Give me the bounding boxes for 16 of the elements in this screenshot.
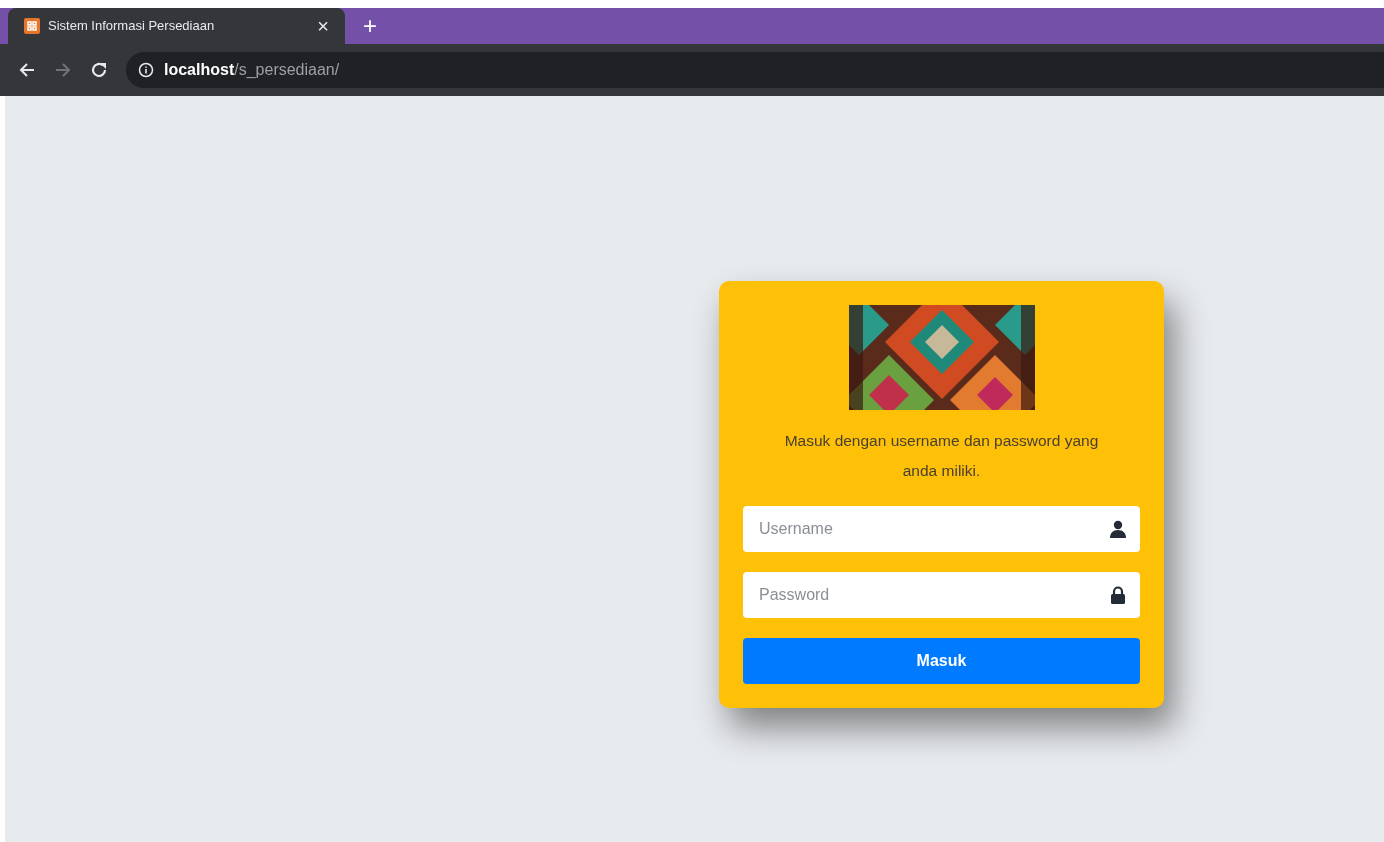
forward-button[interactable] xyxy=(54,61,72,79)
new-tab-button[interactable]: + xyxy=(359,14,381,38)
password-field[interactable]: Password xyxy=(743,572,1140,618)
back-button[interactable] xyxy=(18,61,36,79)
login-button[interactable]: Masuk xyxy=(743,638,1140,684)
address-bar[interactable]: localhost/s_persediaan/ xyxy=(164,58,340,82)
app-icon xyxy=(24,18,40,34)
reload-button[interactable] xyxy=(90,61,108,79)
lock-icon xyxy=(1110,586,1126,604)
browser-tab[interactable]: Sistem Informasi Persediaan × xyxy=(8,8,345,44)
user-icon xyxy=(1110,520,1126,538)
close-tab-button[interactable]: × xyxy=(313,16,333,36)
tab-title: Sistem Informasi Persediaan xyxy=(48,17,216,36)
login-message: Masuk dengan username dan password yang anda miliki. xyxy=(783,431,1100,481)
info-icon[interactable] xyxy=(138,62,154,78)
username-field[interactable]: Username xyxy=(743,506,1140,552)
